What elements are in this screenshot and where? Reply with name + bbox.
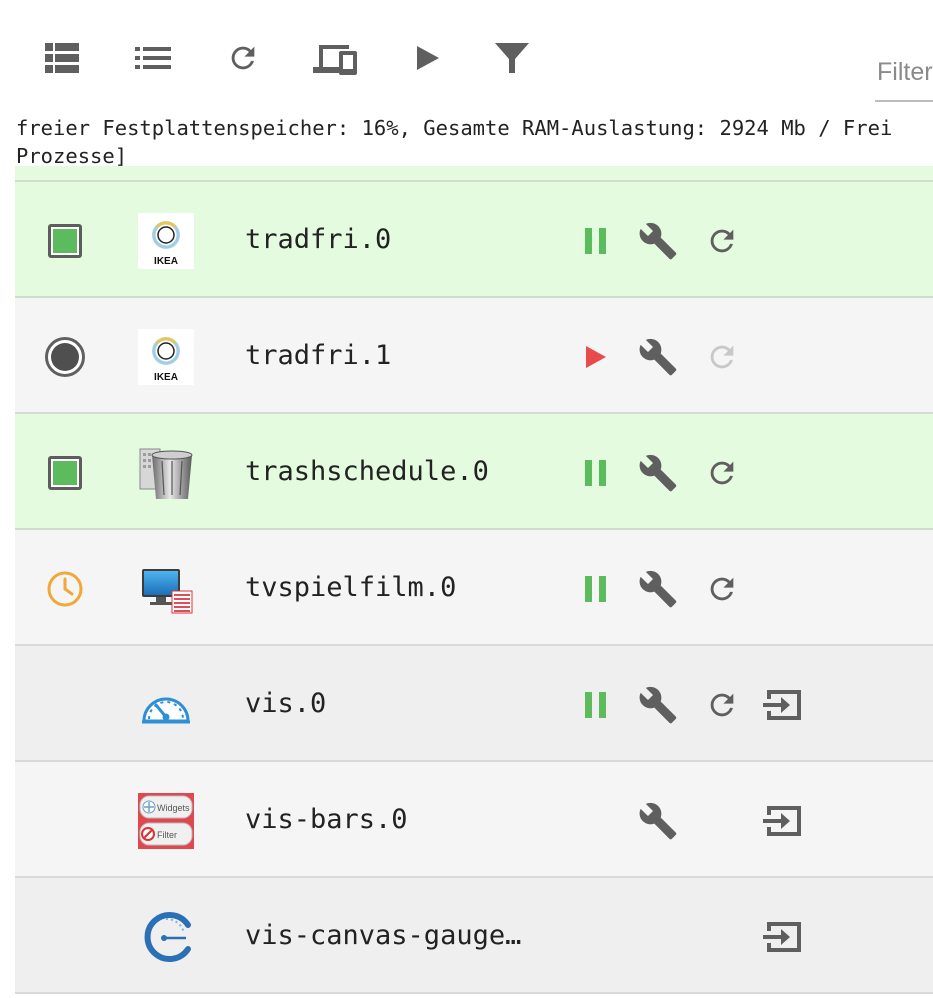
widgets-filter-logo: Widgets Filter [137, 792, 195, 850]
adapter-row-vis-bars-0[interactable]: Widgets Filter vis-bars.0 [15, 762, 933, 878]
filter-button[interactable] [490, 38, 534, 78]
system-status-text: freier Festplattenspeicher: 16%, Gesamte… [16, 114, 933, 170]
play-button[interactable] [406, 38, 450, 78]
play-icon [586, 346, 606, 368]
restart-button[interactable] [699, 683, 745, 727]
adapter-row-vis-canvas-gauge[interactable]: vis-canvas-gauge… [15, 878, 933, 994]
adapter-name: tradfri.0 [245, 224, 392, 255]
pause-icon [585, 692, 606, 718]
svg-text:Filter: Filter [157, 830, 177, 840]
wrench-icon [639, 802, 677, 840]
status-stopped-indicator[interactable] [43, 335, 87, 379]
open-instance-button[interactable] [761, 799, 807, 843]
adapter-row-tradfri-1[interactable]: IKEA tradfri.1 [15, 298, 933, 414]
restart-button-disabled [699, 335, 745, 379]
open-instance-button[interactable] [761, 915, 807, 959]
wrench-icon [639, 222, 677, 260]
restart-button[interactable] [699, 451, 745, 495]
status-running-indicator[interactable] [43, 451, 87, 495]
reload-icon [710, 577, 734, 601]
svg-text:Widgets: Widgets [157, 803, 190, 813]
view-list-button[interactable] [131, 38, 175, 78]
view-table-button[interactable] [40, 38, 84, 78]
reload-icon [710, 229, 734, 253]
adapter-row-trashschedule-0[interactable]: trashschedule.0 [15, 414, 933, 530]
settings-button[interactable] [635, 335, 681, 379]
ikea-logo: IKEA [137, 328, 195, 386]
adapter-name: tvspielfilm.0 [245, 572, 457, 603]
open-instance-button[interactable] [761, 683, 807, 727]
pause-icon [585, 460, 606, 486]
restart-button[interactable] [699, 219, 745, 263]
settings-button[interactable] [635, 451, 681, 495]
adapter-name: vis-canvas-gauge… [245, 920, 522, 951]
status-line-2: Prozesse] [16, 144, 128, 168]
pause-button[interactable] [573, 451, 619, 495]
trash-logo [137, 444, 195, 502]
devices-button[interactable] [313, 38, 357, 78]
reload-icon [710, 461, 734, 485]
wrench-icon [639, 570, 677, 608]
schedule-clock-indicator[interactable] [43, 567, 87, 611]
reload-icon [710, 345, 734, 369]
adapter-table: IKEA tradfri.0 IKEA tradfri.1 trashsched… [15, 166, 933, 998]
adapter-name: vis-bars.0 [245, 804, 408, 835]
start-button[interactable] [573, 335, 619, 379]
tv-logo [137, 560, 195, 618]
adapter-row-vis-0[interactable]: vis.0 [15, 646, 933, 762]
gauge-logo [137, 676, 195, 734]
reload-icon [231, 46, 255, 70]
adapter-name: tradfri.1 [245, 340, 392, 371]
pause-button[interactable] [573, 567, 619, 611]
ikea-logo: IKEA [137, 212, 195, 270]
status-running-indicator[interactable] [43, 219, 87, 263]
pause-button[interactable] [573, 219, 619, 263]
view-table-icon [45, 43, 79, 73]
wrench-icon [639, 686, 677, 724]
reload-icon [710, 693, 734, 717]
pause-icon [585, 576, 606, 602]
settings-button[interactable] [635, 683, 681, 727]
svg-text:IKEA: IKEA [154, 256, 178, 267]
adapter-name: vis.0 [245, 688, 327, 719]
filter-input[interactable] [875, 52, 933, 87]
restart-button[interactable] [699, 567, 745, 611]
settings-button[interactable] [635, 799, 681, 843]
status-line-1: freier Festplattenspeicher: 16%, Gesamte… [16, 116, 893, 140]
adapter-row-tvspielfilm-0[interactable]: tvspielfilm.0 [15, 530, 933, 646]
wrench-icon [639, 338, 677, 376]
pause-icon [585, 228, 606, 254]
open-in-icon [763, 922, 801, 952]
open-in-icon [763, 806, 801, 836]
canvas-gauge-logo [137, 908, 195, 966]
adapter-name: trashschedule.0 [245, 456, 489, 487]
pause-button[interactable] [573, 683, 619, 727]
toolbar [0, 0, 933, 112]
play-icon [417, 46, 439, 70]
svg-text:IKEA: IKEA [154, 372, 178, 383]
filter-icon [495, 43, 529, 73]
wrench-icon [639, 454, 677, 492]
settings-button[interactable] [635, 219, 681, 263]
filter-field[interactable] [875, 52, 933, 102]
clock-icon [47, 571, 83, 607]
devices-icon [313, 45, 357, 75]
view-list-icon [135, 47, 171, 69]
adapter-row-tradfri-0[interactable]: IKEA tradfri.0 [15, 182, 933, 298]
table-top-strip [15, 166, 933, 182]
settings-button[interactable] [635, 567, 681, 611]
open-in-icon [763, 690, 801, 720]
reload-button[interactable] [221, 38, 265, 78]
